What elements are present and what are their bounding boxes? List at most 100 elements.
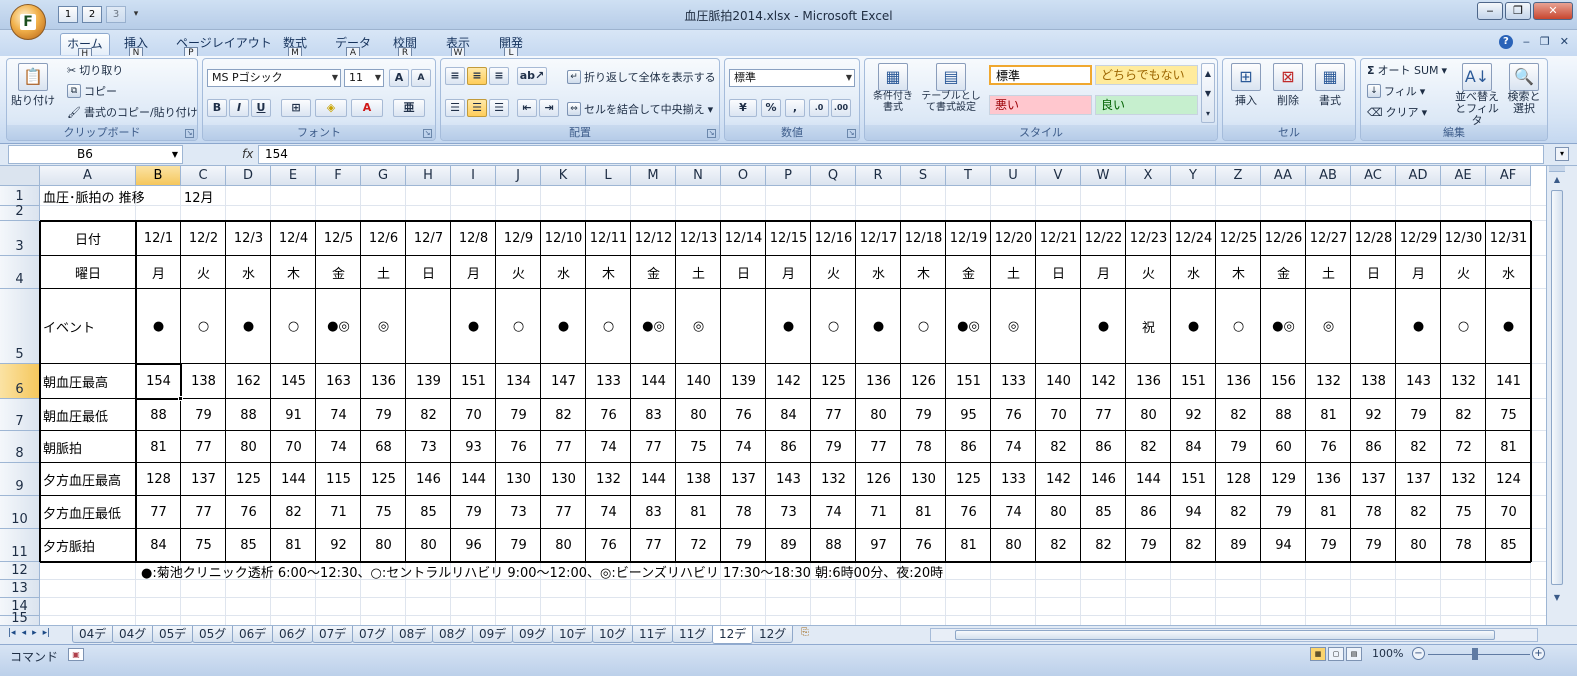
split-handle[interactable] [1549,166,1565,172]
office-button[interactable]: F [10,4,46,40]
zoom-out-icon[interactable]: − [1412,647,1425,660]
increase-decimal-icon[interactable]: .0 [809,99,829,117]
format-painter-button[interactable]: 🖌 書式のコピー/貼り付け [67,104,198,120]
sheet-tab[interactable]: 08デ [392,626,434,643]
conditional-formatting-button[interactable]: ▦ 条件付き書式 [869,63,917,113]
column-header[interactable]: F [316,166,361,186]
tab-review[interactable]: 校閲 R [387,33,423,60]
align-top-icon[interactable]: ≡ [445,67,465,85]
merge-center-button[interactable]: ⇔ セルを結合して中央揃え ▾ [567,101,713,117]
scroll-down-icon[interactable]: ▼ [1551,592,1563,604]
horizontal-scroll-thumb[interactable] [955,630,1495,640]
column-header[interactable]: K [541,166,586,186]
sheet-tab[interactable]: 05デ [152,626,194,643]
font-color-icon[interactable]: A [351,99,383,117]
autosum-button[interactable]: Σ オート SUM ▾ [1367,62,1447,78]
expand-formula-bar-icon[interactable]: ▾ [1555,147,1569,161]
dialog-launcher-icon[interactable]: ↘ [185,129,194,138]
column-header[interactable]: G [361,166,406,186]
column-header[interactable]: M [631,166,676,186]
font-name-select[interactable]: MS Pゴシック ▼ [207,69,341,87]
align-bottom-icon[interactable]: ≡ [489,67,509,85]
sheet-tab[interactable]: 11デ [632,626,674,643]
style-good[interactable]: 良い [1095,95,1198,115]
horizontal-scrollbar[interactable] [930,628,1538,642]
minimize-button[interactable]: ‒ [1477,2,1503,20]
macro-record-icon[interactable]: ▣ [68,648,84,661]
align-center-icon[interactable]: ☰ [467,99,487,117]
prev-sheet-icon[interactable]: ◂ [22,628,27,638]
sheet-tab[interactable]: 11グ [672,626,714,643]
row-header[interactable]: 12 [0,562,40,580]
column-header[interactable]: E [271,166,316,186]
sheet-tab[interactable]: 06デ [232,626,274,643]
vertical-scroll-thumb[interactable] [1551,190,1563,585]
zoom-level[interactable]: 100% [1372,647,1403,660]
column-header[interactable]: N [676,166,721,186]
tab-insert[interactable]: 挿入 N [118,33,154,60]
phonetic-icon[interactable]: 亜 [393,99,425,117]
decrease-indent-icon[interactable]: ⇤ [517,99,537,117]
styles-scroll-icon[interactable]: ▲ ▼ ▾ [1201,63,1215,123]
column-header[interactable]: J [496,166,541,186]
column-header[interactable]: AD [1396,166,1441,186]
formula-input[interactable]: 154 [258,145,1544,164]
clear-button[interactable]: ⌫ クリア ▾ [1367,104,1427,120]
percent-button[interactable]: % [761,99,781,117]
sheet-tab[interactable]: 12グ [752,626,794,643]
cut-button[interactable]: ✂ 切り取り [67,62,123,78]
tab-home[interactable]: ホーム H [60,33,110,61]
row-header[interactable]: 11 [0,529,40,562]
zoom-slider[interactable]: − + [1412,647,1547,661]
column-header[interactable]: P [766,166,811,186]
style-neutral[interactable]: どちらでもない [1095,65,1198,85]
currency-icon[interactable]: ¥ [729,99,757,117]
font-size-select[interactable]: 11 ▼ [344,69,384,87]
row-header[interactable]: 3 [0,221,40,256]
column-header[interactable]: AB [1306,166,1351,186]
sheet-tab[interactable]: 10デ [552,626,594,643]
ribbon-minimize-icon[interactable]: ‒ [1523,35,1530,49]
grow-font-button[interactable]: A [389,69,409,87]
ribbon-restore-icon[interactable]: ❐ [1540,35,1550,49]
column-header[interactable]: U [991,166,1036,186]
sheet-tab[interactable]: 10グ [592,626,634,643]
column-header[interactable]: W [1081,166,1126,186]
row-header[interactable]: 1 [0,186,40,206]
maximize-button[interactable]: ❐ [1505,2,1531,20]
row-header[interactable]: 10 [0,496,40,529]
align-middle-icon[interactable]: ≡ [467,67,487,85]
column-header[interactable]: Y [1171,166,1216,186]
dialog-launcher-icon[interactable]: ↘ [423,129,432,138]
sheet-tab[interactable]: 06グ [272,626,314,643]
italic-button[interactable]: I [229,99,249,117]
row-header[interactable]: 7 [0,399,40,431]
format-cells-button[interactable]: ▦ 書式 [1315,63,1345,108]
next-sheet-icon[interactable]: ▸ [32,628,37,638]
close-button[interactable]: ✕ [1533,2,1573,20]
style-bad[interactable]: 悪い [989,95,1092,115]
insert-sheet-icon[interactable]: ⎘ [796,627,814,642]
normal-view-icon[interactable]: ▦ [1310,647,1326,661]
sort-filter-button[interactable]: A↓ 並べ替えとフィルタ [1453,63,1501,127]
active-cell[interactable] [135,363,182,400]
column-header[interactable]: AC [1351,166,1396,186]
sheet-tab[interactable]: 07グ [352,626,394,643]
dialog-launcher-icon[interactable]: ↘ [847,129,856,138]
first-sheet-icon[interactable]: |◂ [8,628,16,638]
column-header[interactable]: AF [1486,166,1531,186]
format-as-table-button[interactable]: ▤ テーブルとして書式設定 [921,63,981,113]
tab-page-layout[interactable]: ページレイアウト P [170,33,278,60]
ribbon-close-icon[interactable]: ✕ [1560,35,1569,49]
column-header[interactable]: B [136,166,181,186]
row-header[interactable]: 5 [0,289,40,364]
row-header[interactable]: 15 [0,611,40,625]
fill-handle[interactable] [178,396,183,401]
row-header[interactable]: 9 [0,463,40,496]
select-all-corner[interactable] [0,166,40,186]
insert-cells-button[interactable]: ⊞ 挿入 [1231,63,1261,108]
column-header[interactable]: Q [811,166,856,186]
sheet-tab[interactable]: 04グ [112,626,154,643]
borders-icon[interactable]: ⊞ [281,99,311,117]
bold-button[interactable]: B [207,99,227,117]
